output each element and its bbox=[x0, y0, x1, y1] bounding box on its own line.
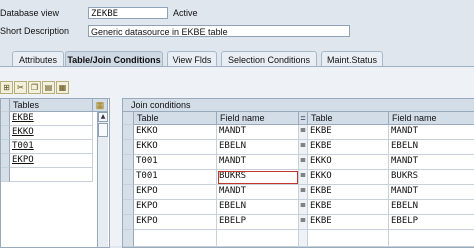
join-table-1-cell[interactable]: T001 bbox=[134, 155, 217, 170]
join-table-2-cell[interactable]: EKBE bbox=[308, 125, 389, 140]
join-field-2-cell[interactable]: EBELP bbox=[389, 215, 474, 230]
tab-strip: Attributes Table/Join Conditions View Fl… bbox=[0, 51, 474, 67]
join-field-1-cell[interactable]: EBELN bbox=[217, 140, 299, 155]
join-table-2-cell[interactable]: EKBE bbox=[308, 140, 389, 155]
join-row-selector[interactable] bbox=[123, 155, 134, 170]
column-settings-icon[interactable]: ▦ bbox=[93, 99, 108, 112]
join-table-1-cell[interactable]: EKPO bbox=[134, 185, 217, 200]
join-row-selector[interactable] bbox=[123, 140, 134, 155]
column-header-table-1[interactable]: Table bbox=[134, 112, 217, 125]
join-operator-cell: = bbox=[299, 200, 308, 215]
table-row[interactable]: T001 bbox=[10, 140, 93, 154]
join-table-2-cell[interactable]: EKKO bbox=[308, 170, 389, 185]
join-operator-cell: = bbox=[299, 170, 308, 185]
join-operator-cell: = bbox=[299, 125, 308, 140]
tables-select-all[interactable] bbox=[1, 99, 10, 112]
join-empty-cell[interactable] bbox=[217, 230, 299, 247]
scroll-up-icon[interactable]: ▲ bbox=[98, 112, 108, 122]
column-header-field-2[interactable]: Field name bbox=[389, 112, 474, 125]
tab-view-fields[interactable]: View Flds bbox=[167, 51, 217, 67]
join-table-1-cell[interactable]: T001 bbox=[134, 170, 217, 185]
table-row-selector[interactable] bbox=[1, 168, 10, 182]
join-table-1-cell[interactable]: EKPO bbox=[134, 200, 217, 215]
database-view-status: Active bbox=[173, 8, 198, 18]
join-row-selector[interactable] bbox=[123, 170, 134, 185]
insert-row-icon[interactable]: ▦ bbox=[56, 81, 69, 94]
joins-select-all[interactable] bbox=[123, 112, 134, 125]
table-row[interactable]: EKPO bbox=[10, 154, 93, 168]
join-field-1-cell[interactable]: EBELP bbox=[217, 215, 299, 230]
tables-grid: Tables ▦ EKBE EKKO T001 EKPO ▲ bbox=[0, 98, 110, 248]
column-header-table-2[interactable]: Table bbox=[308, 112, 389, 125]
scroll-thumb[interactable] bbox=[98, 123, 108, 137]
join-field-1-cell[interactable]: MANDT bbox=[217, 125, 299, 140]
cut-icon[interactable]: ✂ bbox=[14, 81, 27, 94]
join-row-selector[interactable] bbox=[123, 230, 134, 247]
database-view-value: ZEKBE bbox=[91, 9, 119, 19]
join-table-2-cell[interactable]: EKBE bbox=[308, 185, 389, 200]
join-empty-cell[interactable] bbox=[308, 230, 389, 247]
table-row-selector[interactable] bbox=[1, 112, 10, 126]
join-field-2-cell[interactable]: BUKRS bbox=[389, 170, 474, 185]
tab-table-join-conditions[interactable]: Table/Join Conditions bbox=[65, 51, 163, 67]
join-operator-cell: = bbox=[299, 185, 308, 200]
join-operator-cell: = bbox=[299, 140, 308, 155]
table-row-selector[interactable] bbox=[1, 140, 10, 154]
join-empty-cell[interactable] bbox=[134, 230, 217, 247]
join-table-1-cell[interactable]: EKKO bbox=[134, 140, 217, 155]
tab-attributes[interactable]: Attributes bbox=[12, 51, 64, 67]
paste-icon[interactable]: ▤ bbox=[42, 81, 55, 94]
join-field-1-cell[interactable]: MANDT bbox=[217, 155, 299, 170]
table-row[interactable]: EKBE bbox=[10, 112, 93, 126]
join-field-1-cell-focused[interactable]: BUKRS bbox=[217, 170, 299, 185]
join-table-1-cell[interactable]: EKKO bbox=[134, 125, 217, 140]
table-row-selector[interactable] bbox=[1, 126, 10, 140]
join-conditions-grid: Join conditions Table Field name = Table… bbox=[122, 98, 474, 248]
join-field-2-cell[interactable]: EBELN bbox=[389, 140, 474, 155]
short-description-field[interactable]: Generic datasource in EKBE table bbox=[88, 25, 350, 37]
tables-scrollbar[interactable]: ▲ bbox=[97, 112, 108, 247]
join-table-2-cell[interactable]: EKBE bbox=[308, 200, 389, 215]
join-row-selector[interactable] bbox=[123, 215, 134, 230]
table-row-selector[interactable] bbox=[1, 154, 10, 168]
tab-selection-conditions[interactable]: Selection Conditions bbox=[221, 51, 317, 67]
join-row-selector[interactable] bbox=[123, 125, 134, 140]
column-header-field-1[interactable]: Field name bbox=[217, 112, 299, 125]
short-description-value: Generic datasource in EKBE table bbox=[91, 27, 228, 37]
tables-column-header[interactable]: Tables bbox=[10, 99, 93, 112]
database-view-field[interactable]: ZEKBE bbox=[88, 7, 168, 19]
join-table-2-cell[interactable]: EKBE bbox=[308, 215, 389, 230]
database-view-label: Database view bbox=[0, 8, 60, 18]
table-row[interactable]: EKKO bbox=[10, 126, 93, 140]
column-header-operator[interactable]: = bbox=[299, 112, 308, 125]
join-operator-cell: = bbox=[299, 155, 308, 170]
join-field-2-cell[interactable]: MANDT bbox=[389, 125, 474, 140]
join-field-2-cell[interactable]: MANDT bbox=[389, 185, 474, 200]
join-field-1-cell[interactable]: MANDT bbox=[217, 185, 299, 200]
tab-maint-status[interactable]: Maint.Status bbox=[321, 51, 383, 67]
join-empty-operator-cell bbox=[299, 230, 308, 247]
join-operator-cell: = bbox=[299, 215, 308, 230]
join-empty-cell[interactable] bbox=[389, 230, 474, 247]
join-row-selector[interactable] bbox=[123, 200, 134, 215]
short-description-label: Short Description bbox=[0, 26, 70, 36]
join-field-2-cell[interactable]: MANDT bbox=[389, 155, 474, 170]
copy-icon[interactable]: ❐ bbox=[28, 81, 41, 94]
join-table-2-cell[interactable]: EKKO bbox=[308, 155, 389, 170]
table-row-empty[interactable] bbox=[10, 168, 93, 182]
join-conditions-title: Join conditions bbox=[123, 99, 474, 112]
relationships-icon[interactable]: ⊞ bbox=[0, 81, 13, 94]
join-field-2-cell[interactable]: EBELN bbox=[389, 200, 474, 215]
join-row-selector[interactable] bbox=[123, 185, 134, 200]
join-table-1-cell[interactable]: EKPO bbox=[134, 215, 217, 230]
join-field-1-cell[interactable]: EBELN bbox=[217, 200, 299, 215]
